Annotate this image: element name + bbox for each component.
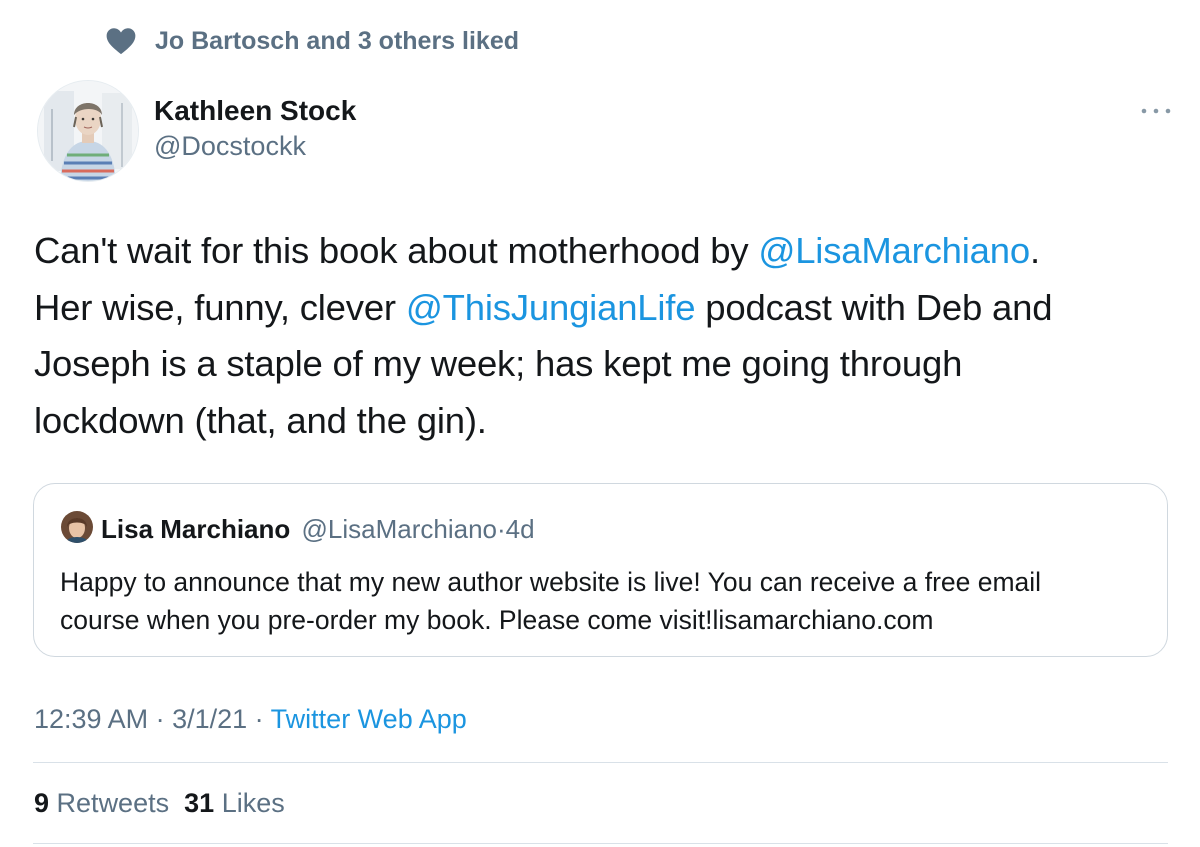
quote-timestamp[interactable]: 4d: [506, 514, 535, 544]
tweet-text-segment: lockdown (that, and the gin).: [34, 399, 487, 441]
quote-header: Lisa Marchiano @LisaMarchiano·4d: [101, 513, 535, 545]
tweet-line: Her wise, funny, clever @ThisJungianLife…: [34, 280, 1174, 337]
tweet-time[interactable]: 12:39 AM: [34, 704, 148, 734]
tweet-line: Can't wait for this book about motherhoo…: [34, 223, 1174, 280]
more-dots-icon[interactable]: [1136, 96, 1176, 126]
tweet-text-segment: .: [1029, 230, 1040, 271]
quote-text: Happy to announce that my new author web…: [60, 563, 1155, 639]
divider: [33, 762, 1168, 763]
divider: [33, 843, 1168, 844]
mention-link[interactable]: @LisaMarchiano: [758, 230, 1030, 271]
quote-avatar[interactable]: [61, 511, 93, 543]
tweet-text-segment: Joseph is a staple of my week; has kept …: [34, 343, 963, 384]
engagement-stats: 9 Retweets 31 Likes: [34, 786, 285, 820]
likes-label: Likes: [221, 788, 285, 818]
separator-dot: ·: [148, 704, 173, 734]
avatar[interactable]: [37, 80, 139, 182]
separator-dot: ·: [247, 704, 271, 734]
author-name[interactable]: Kathleen Stock: [154, 94, 356, 128]
retweets-count: 9: [34, 788, 50, 818]
tweet-text-segment: Can't wait for this book about motherhoo…: [34, 230, 759, 271]
retweets-stat[interactable]: 9 Retweets: [34, 788, 169, 818]
tweet-text-segment: podcast with Deb and: [695, 286, 1053, 328]
tweet-text-segment: Her wise, funny, clever: [34, 286, 406, 328]
separator-dot: ·: [497, 514, 506, 544]
likes-count: 31: [184, 788, 215, 818]
quote-text-line: course when you pre-order my book. Pleas…: [60, 605, 934, 635]
quote-text-line: Happy to announce that my new author web…: [60, 567, 1042, 597]
social-context-text[interactable]: Jo Bartosch and 3 others liked: [155, 26, 519, 56]
likes-stat[interactable]: 31 Likes: [184, 788, 285, 818]
tweet-line: Joseph is a staple of my week; has kept …: [34, 336, 1174, 393]
author-handle[interactable]: @Docstockk: [154, 130, 306, 162]
retweets-label: Retweets: [56, 788, 170, 818]
tweet-line: lockdown (that, and the gin).: [34, 393, 1174, 450]
mention-link[interactable]: @ThisJungianLife: [406, 287, 696, 328]
quote-author-handle[interactable]: @LisaMarchiano: [302, 514, 497, 544]
quote-author-name[interactable]: Lisa Marchiano: [101, 514, 290, 544]
tweet-meta: 12:39 AM · 3/1/21 · Twitter Web App: [34, 702, 467, 736]
tweet-date[interactable]: 3/1/21: [172, 704, 247, 734]
source-app-link[interactable]: Twitter Web App: [271, 704, 467, 734]
tweet-text: Can't wait for this book about motherhoo…: [34, 223, 1174, 449]
heart-icon: [106, 28, 136, 55]
